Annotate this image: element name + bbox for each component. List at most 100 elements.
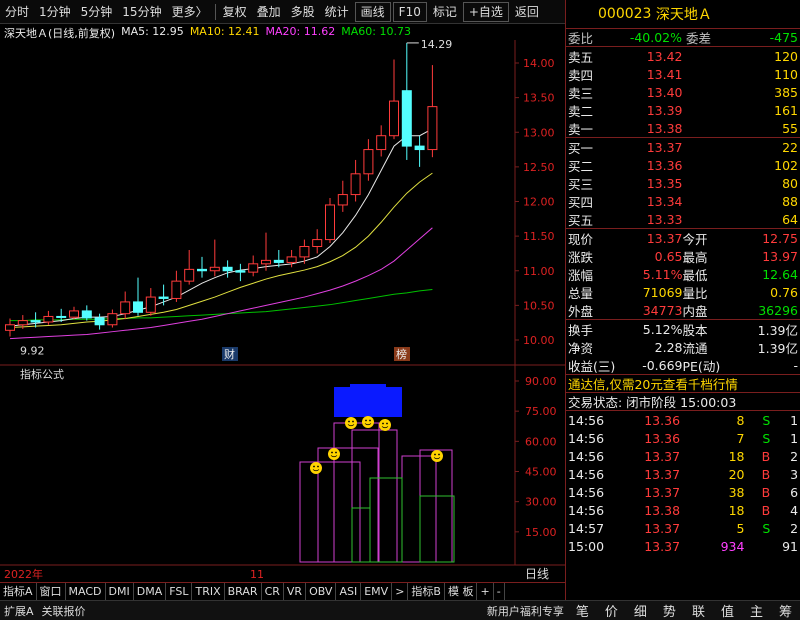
indicator-tab[interactable]: FSL	[166, 583, 193, 600]
quote-panel: 000023 深天地Ａ 委比 -40.02% 委差 -475 卖五 13.42 12…	[565, 0, 800, 600]
quote-row: 换手 5.12% 股本 1.39亿	[566, 320, 800, 338]
panel-tab[interactable]: 细	[626, 601, 655, 620]
order-volume: 110	[774, 66, 798, 82]
stat-label: 现价	[568, 231, 594, 247]
smiley-icon	[345, 417, 357, 429]
stat-value: 0.65	[654, 248, 683, 264]
indicator-tabs: 指标A 窗口 MACD DMI DMA FSL TRIX BRAR CR VR OBV ASI EMV >…	[0, 582, 565, 600]
panel-tab[interactable]: 值	[713, 601, 742, 620]
overlay-button[interactable]: 叠加	[252, 0, 286, 24]
indicator-tab[interactable]: CR	[262, 583, 284, 600]
tick-side: S	[762, 520, 771, 536]
draw-line-button[interactable]: 画线	[354, 1, 391, 22]
indicator-tab[interactable]: 指标A	[0, 583, 37, 600]
panel-tab[interactable]: 势	[655, 601, 684, 620]
indicator-tick-label: 15.00	[525, 526, 557, 539]
candlestick-series	[5, 42, 438, 337]
quote-row: 卖三 13.40 385	[566, 83, 800, 101]
order-level-label: 买四	[568, 194, 594, 210]
indicator-tab[interactable]: >	[392, 583, 409, 600]
related-quote-tab[interactable]: 关联报价	[38, 603, 90, 619]
indicator-box	[351, 429, 398, 563]
stat-value: 2.28	[654, 339, 683, 355]
indicator-tab[interactable]: +	[477, 583, 494, 600]
indicator-signal-top	[350, 384, 386, 390]
stat-value: 13.37	[646, 230, 683, 246]
quote-row: 14:56 13.36 8 S 1	[566, 411, 800, 429]
quote-row: 买五 13.33 64	[566, 210, 800, 228]
indicator-tab[interactable]: DMI	[106, 583, 134, 600]
stat-value: 5.12%	[642, 321, 683, 337]
tick-time: 14:56	[568, 466, 605, 482]
stat-label: 最低	[682, 267, 708, 283]
quote-stats: 现价 13.37 今开 12.75 涨跌 0.65 最高 13.97 涨幅 5.11% 最低 12.6…	[566, 228, 800, 319]
quote-row: 买四 13.34 88	[566, 192, 800, 210]
period-more-dropdown[interactable]: 更多〉	[167, 0, 213, 24]
period-tab-1min[interactable]: 1分钟	[34, 0, 76, 24]
stock-code: 000023	[598, 6, 652, 22]
tick-volume: 934	[720, 538, 745, 554]
mark-button[interactable]: 标记	[428, 0, 462, 24]
buy-orders: 买一 13.37 22 买二 13.36 102 买三 13.35 80 买四 13.34 88 买五 1…	[566, 137, 800, 228]
indicator-tab[interactable]: -	[494, 583, 505, 600]
tick-price: 13.36	[644, 430, 681, 446]
statistics-button[interactable]: 统计	[320, 0, 354, 24]
candle-body	[248, 263, 259, 273]
candle-body	[30, 320, 41, 323]
indicator-tab[interactable]: EMV	[361, 583, 393, 600]
tick-count: 6	[790, 484, 799, 500]
smiley-eye	[382, 422, 384, 425]
indicator-tab[interactable]: 窗口	[37, 583, 66, 600]
indicator-tick-label: 90.00	[525, 375, 557, 388]
order-volume: 22	[782, 139, 798, 155]
tick-list: 14:56 13.36 8 S 1 14:56 13.36 7 S 1 14:56 13.37 18 B 2…	[566, 410, 800, 555]
indicator-tab[interactable]: MACD	[66, 583, 106, 600]
order-level-label: 卖三	[568, 85, 594, 101]
panel-tab[interactable]: 主	[742, 601, 771, 620]
stat-value: -	[793, 357, 798, 373]
candle-body	[133, 301, 143, 313]
panel-tab[interactable]: 联	[684, 601, 713, 620]
fuquan-button[interactable]: 复权	[218, 0, 252, 24]
tick-side: B	[761, 448, 771, 464]
smiley-eye	[335, 451, 337, 454]
indicator-tab[interactable]: 指标B	[408, 583, 445, 600]
back-button[interactable]: 返回	[510, 0, 544, 24]
indicator-box	[401, 455, 437, 563]
stat-label: PE(动)	[682, 358, 721, 374]
low-price-label: 9.92	[20, 345, 45, 358]
candle-body	[363, 149, 374, 175]
new-user-promo[interactable]: 新用户福利专享	[483, 603, 568, 619]
candle-body	[94, 317, 105, 326]
period-tab-15min[interactable]: 15分钟	[117, 0, 166, 24]
top-toolbar: 分时 1分钟 5分钟 15分钟 更多〉 复权 叠加 多股 统计 画线 F10 标…	[0, 0, 565, 24]
panel-tab[interactable]: 价	[597, 601, 626, 620]
indicator-tab[interactable]: OBV	[306, 583, 337, 600]
indicator-tab[interactable]: DMA	[134, 583, 167, 600]
period-tab-5min[interactable]: 5分钟	[76, 0, 118, 24]
kline-chart[interactable]: 14.00 13.50 13.00 12.50 12.00 11.50 11.00 10.50…	[0, 24, 565, 580]
candle-body	[261, 259, 271, 265]
indicator-tab[interactable]: VR	[284, 583, 307, 600]
panel-tab[interactable]: 筹	[771, 601, 800, 620]
candle-body	[414, 145, 425, 151]
quote-row: 总量 71069 量比 0.76	[566, 283, 800, 301]
add-favorite-button[interactable]: +自选	[462, 1, 509, 22]
multi-stock-button[interactable]: 多股	[286, 0, 320, 24]
indicator-tab[interactable]: ASI	[336, 583, 362, 600]
smiley-eye	[438, 453, 440, 456]
order-level-label: 买三	[568, 176, 594, 192]
indicator-tab[interactable]: TRIX	[192, 583, 225, 600]
order-price: 13.37	[646, 139, 683, 155]
candle-body	[273, 259, 284, 263]
extend-a-tab[interactable]: 扩展A	[0, 603, 38, 619]
stat-label: 最高	[682, 249, 708, 265]
candle-body	[299, 246, 310, 258]
indicator-tab[interactable]: BRAR	[225, 583, 262, 600]
order-price: 13.39	[646, 102, 683, 118]
promo-banner[interactable]: 通达信,仅需20元查看千档行情	[566, 374, 800, 392]
f10-button[interactable]: F10	[392, 1, 427, 22]
indicator-tab[interactable]: 模 板	[445, 583, 478, 600]
period-tab-fenshi[interactable]: 分时	[0, 0, 34, 24]
panel-tab[interactable]: 笔	[568, 601, 597, 620]
